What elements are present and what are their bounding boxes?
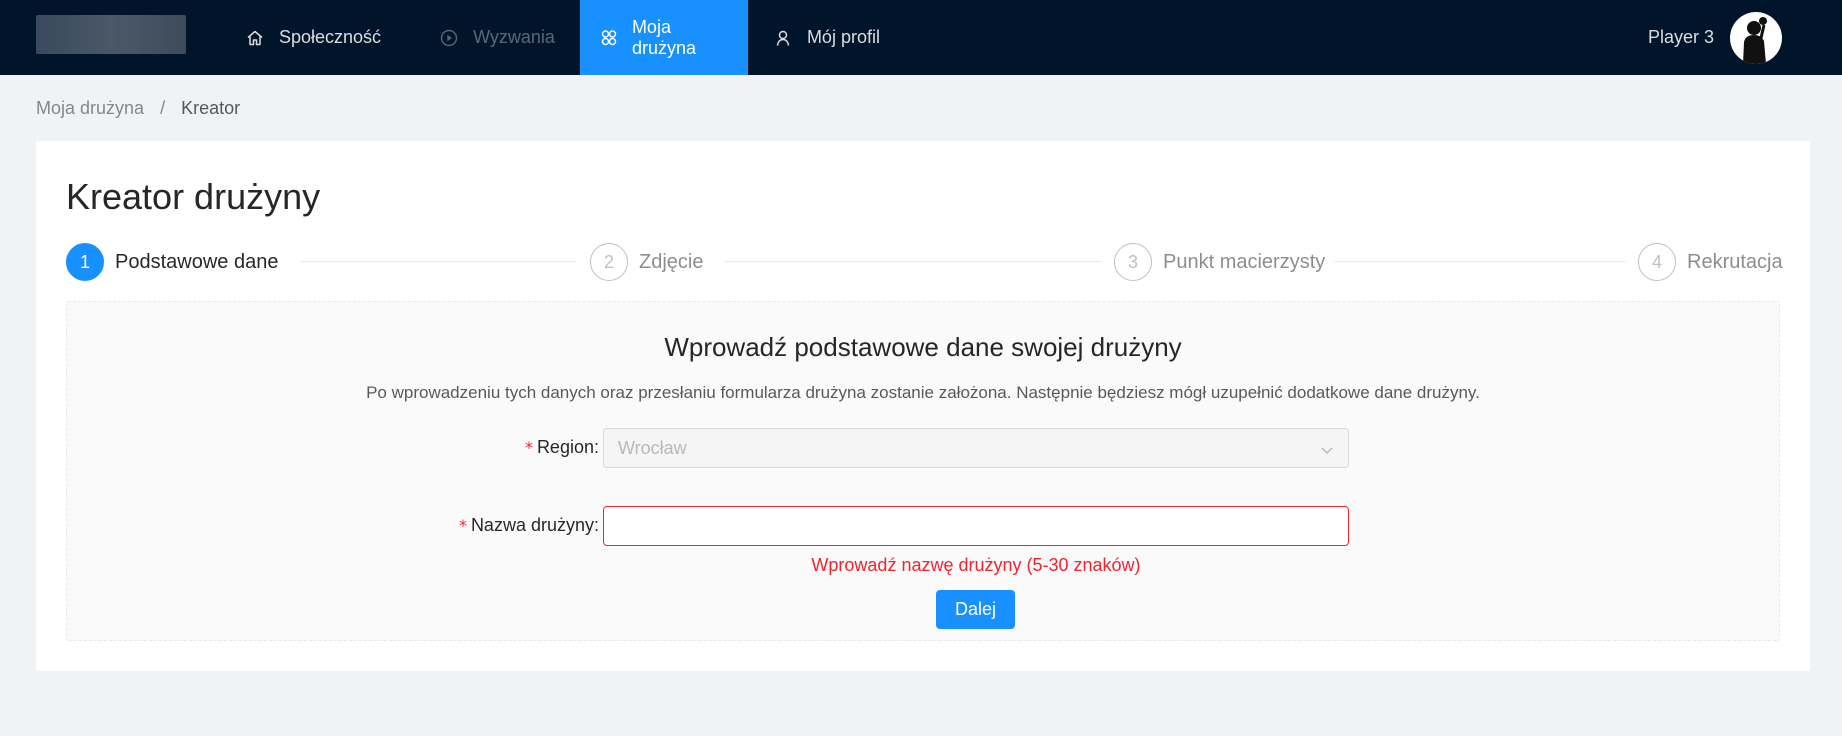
player-silhouette-icon (1743, 16, 1767, 64)
step-number: 4 (1638, 243, 1676, 281)
user-menu[interactable]: Player 3 (1648, 0, 1782, 75)
chevron-down-icon (1320, 441, 1334, 462)
step-connector (1334, 261, 1626, 262)
required-mark: * (458, 516, 467, 535)
step-number: 2 (590, 243, 628, 281)
team-name-label-text: Nazwa drużyny (470, 515, 594, 535)
next-button[interactable]: Dalej (936, 590, 1015, 629)
region-label: * Region: (525, 437, 599, 458)
step-label: Rekrutacja (1687, 250, 1783, 273)
step-connector (724, 261, 1101, 262)
form-panel: Wprowadź podstawowe dane swojej drużyny … (66, 301, 1780, 641)
nav-item-label: Mój profil (806, 27, 880, 47)
main-nav: Społeczność Wyzwania Moja drużyna Mój pr… (225, 0, 900, 75)
step-podstawowe-dane: 1 Podstawowe dane (66, 241, 278, 283)
step-label: Podstawowe dane (115, 250, 279, 273)
nav-item-spolecznosc[interactable]: Społeczność (225, 0, 401, 75)
breadcrumb-separator: / (160, 98, 166, 118)
step-label: Punkt macierzysty (1163, 250, 1326, 273)
home-icon (245, 28, 265, 48)
top-navigation-bar: Społeczność Wyzwania Moja drużyna Mój pr… (0, 0, 1842, 75)
step-number: 3 (1114, 243, 1152, 281)
team-name-label: * Nazwa drużyny: (459, 515, 599, 536)
required-mark: * (524, 438, 533, 457)
region-select[interactable]: Wrocław (603, 428, 1349, 468)
content-card: Kreator drużyny 1 Podstawowe dane 2 Zdję… (36, 141, 1810, 671)
label-colon: : (593, 437, 599, 457)
breadcrumb-current: Kreator (181, 98, 241, 118)
step-punkt-macierzysty: 3 Punkt macierzysty (1114, 241, 1325, 283)
region-label-text: Region (536, 437, 594, 457)
step-zdjecie: 2 Zdjęcie (590, 241, 703, 283)
team-name-error: Wprowadź nazwę drużyny (5-30 znaków) (811, 555, 1141, 575)
step-label: Zdjęcie (639, 250, 704, 273)
nav-item-label: Społeczność (279, 27, 382, 47)
avatar[interactable] (1730, 11, 1782, 64)
step-connector (300, 261, 576, 262)
app-logo[interactable] (36, 15, 186, 54)
nav-item-wyzwania[interactable]: Wyzwania (419, 0, 575, 75)
form-heading: Wprowadź podstawowe dane swojej drużyny (664, 332, 1182, 362)
wizard-steps: 1 Podstawowe dane 2 Zdjęcie 3 Punkt maci… (66, 241, 1783, 283)
user-icon (773, 28, 793, 48)
nav-item-moja-druzyna[interactable]: Moja drużyna (579, 0, 748, 75)
team-name-input[interactable] (603, 506, 1349, 546)
team-icon (600, 28, 618, 48)
breadcrumb-link-moja-druzyna[interactable]: Moja drużyna (36, 98, 144, 119)
user-name: Player 3 (1647, 27, 1714, 47)
step-number: 1 (66, 243, 104, 281)
nav-item-label: Moja drużyna (631, 16, 696, 58)
region-selected-value: Wrocław (618, 437, 687, 458)
page-title: Kreator drużyny (66, 176, 321, 217)
step-rekrutacja: 4 Rekrutacja (1638, 241, 1783, 283)
play-circle-icon (439, 28, 459, 48)
nav-item-moj-profil[interactable]: Mój profil (753, 0, 900, 75)
nav-item-label: Wyzwania (473, 27, 555, 47)
breadcrumb: Moja drużyna / Kreator (36, 98, 240, 119)
form-description: Po wprowadzeniu tych danych oraz przesła… (366, 383, 1480, 402)
label-colon: : (593, 515, 599, 535)
